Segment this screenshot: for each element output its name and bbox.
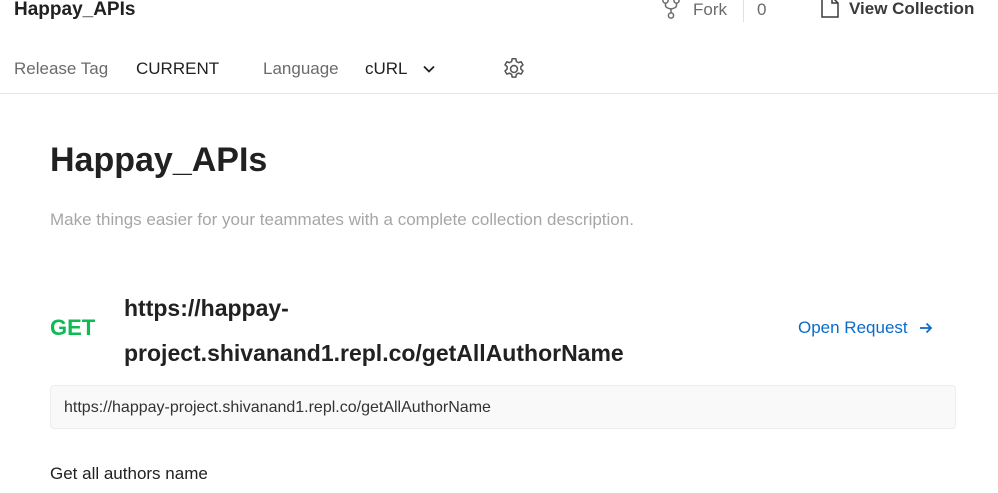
settings-bar: Release Tag CURRENT Language cURL — [0, 48, 998, 94]
language-value: cURL — [365, 59, 408, 78]
fork-count[interactable]: 0 — [757, 0, 766, 22]
view-collection-label: View Collection — [849, 0, 975, 18]
chevron-down-icon — [422, 65, 435, 73]
request-name: https://happay-project.shivanand1.repl.c… — [124, 295, 624, 366]
release-tag-select[interactable]: CURRENT — [136, 59, 219, 79]
top-bar: Happay_APIs Fork 0 View Collection — [0, 0, 998, 26]
fork-divider — [743, 0, 744, 22]
open-request-label: Open Request — [798, 318, 908, 337]
arrow-right-icon — [919, 322, 932, 334]
request-method-badge: GET — [50, 315, 96, 340]
document-icon — [819, 0, 841, 24]
collection-title: Happay_APIs — [50, 141, 268, 179]
fork-button[interactable]: Fork — [661, 0, 727, 22]
fork-label: Fork — [693, 0, 727, 19]
language-select[interactable]: cURL — [365, 57, 436, 81]
fork-icon — [661, 0, 681, 24]
gear-icon — [504, 57, 524, 78]
request-url: https://happay-project.shivanand1.repl.c… — [64, 399, 491, 416]
collection-description-placeholder[interactable]: Make things easier for your teammates wi… — [50, 209, 634, 231]
request-url-box: https://happay-project.shivanand1.repl.c… — [50, 385, 956, 429]
app-title: Happay_APIs — [14, 0, 136, 20]
request-description: Get all authors name — [50, 464, 208, 483]
view-collection-button[interactable]: View Collection — [819, 0, 974, 21]
open-request-link[interactable]: Open Request — [798, 317, 934, 339]
release-tag-label: Release Tag — [14, 59, 109, 78]
settings-button[interactable] — [501, 56, 527, 82]
language-label: Language — [263, 59, 339, 78]
